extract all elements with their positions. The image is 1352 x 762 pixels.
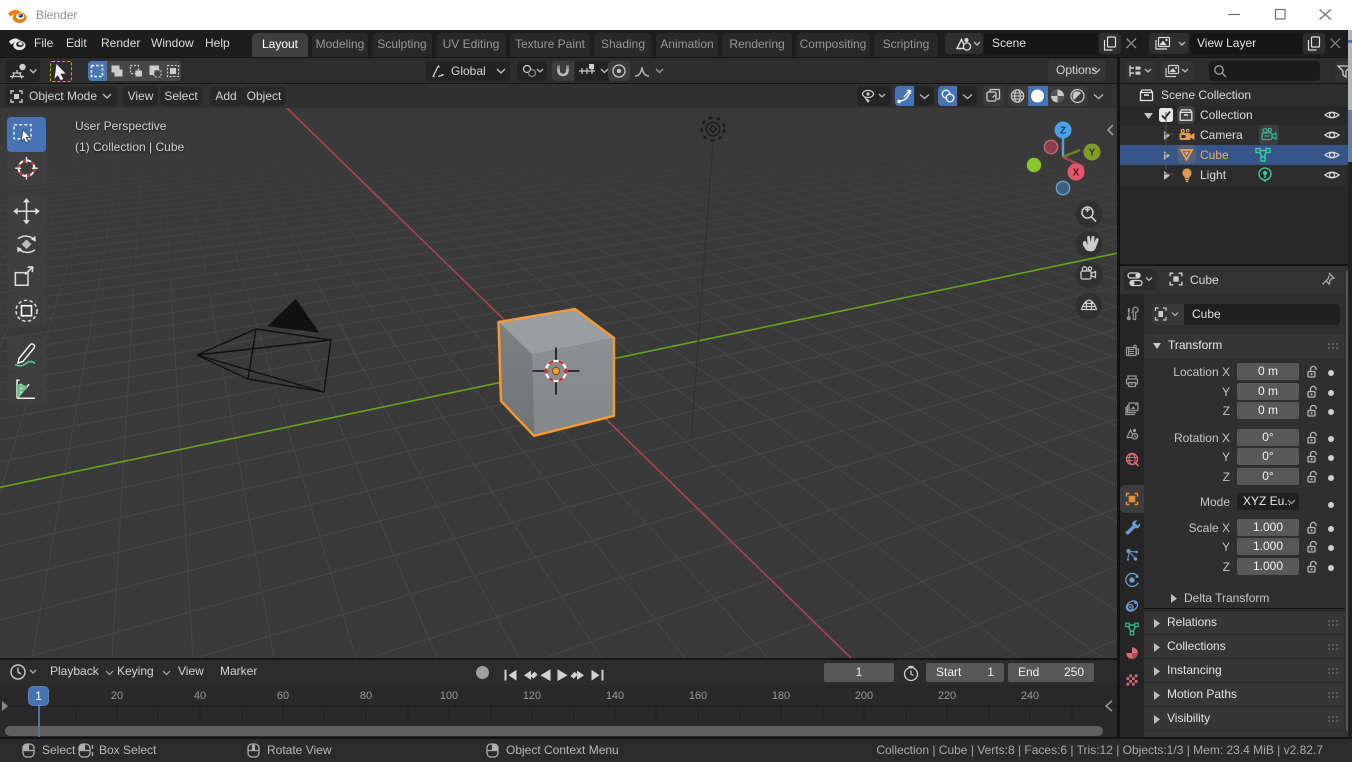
svg-text:Y: Y [1089,148,1096,159]
svg-text:Z: Z [1060,126,1066,137]
svg-text:X: X [1073,168,1080,179]
